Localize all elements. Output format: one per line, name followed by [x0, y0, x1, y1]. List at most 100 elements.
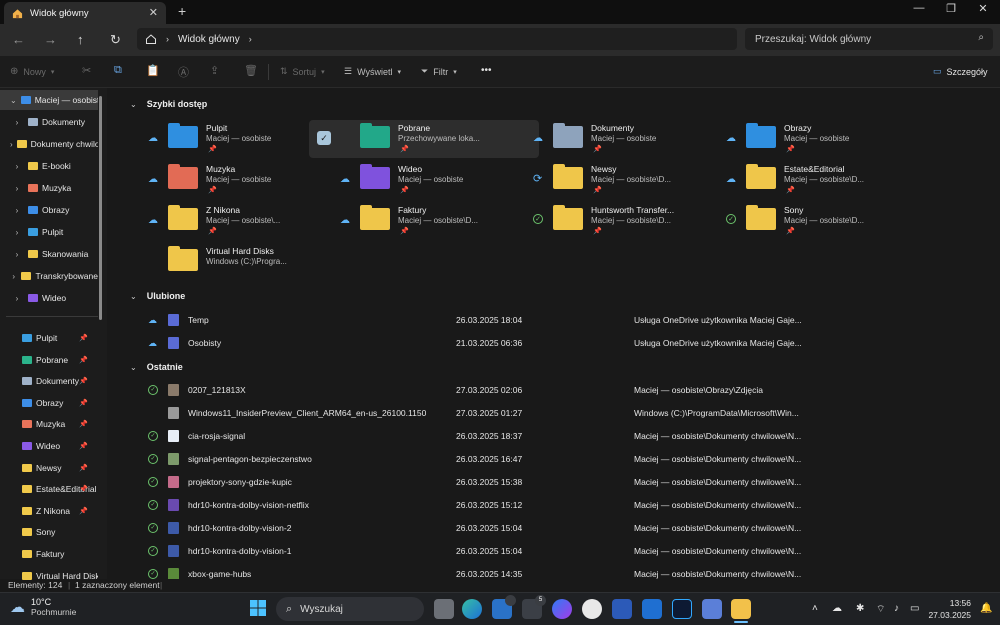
close-window-button[interactable]: ✕: [968, 2, 998, 15]
sidebar-item[interactable]: ⌄ Maciej — osobiste: [0, 90, 98, 110]
notification-bell-icon[interactable]: 🔔: [980, 603, 992, 614]
chevron-right-icon[interactable]: ›: [10, 140, 13, 149]
section-quick-access[interactable]: ⌄ Szybki dostęp: [130, 99, 207, 109]
quick-access-item[interactable]: ✓ Pobrane Przechowywane loka... 📌: [309, 120, 539, 158]
pin-icon[interactable]: 📌: [79, 485, 88, 493]
pin-icon[interactable]: 📌: [79, 377, 88, 385]
pin-icon[interactable]: 📌: [79, 334, 88, 342]
list-item[interactable]: ✓ hdr10-kontra-dolby-vision-1 26.03.2025 1…: [108, 540, 1000, 562]
minimize-button[interactable]: —: [904, 2, 934, 14]
edge-browser-icon[interactable]: [462, 599, 482, 619]
weather-widget[interactable]: ☁ 10°C Pochmurnie: [10, 597, 76, 617]
quick-access-item[interactable]: ☁ Estate&Editorial Maciej — osobiste\D... 📌: [726, 161, 924, 199]
rename-icon[interactable]: Ⓐ: [178, 64, 189, 80]
list-item[interactable]: ☁ Temp 26.03.2025 18:04 Usługa OneDrive uży…: [108, 309, 1000, 331]
onedrive-cloud-icon[interactable]: ☁: [832, 603, 842, 614]
wifi-icon[interactable]: ⌔: [876, 603, 885, 616]
taskbar-search[interactable]: ⌕ Wyszukaj: [276, 597, 424, 621]
sidebar-pinned-item[interactable]: Newsy 📌: [0, 458, 98, 478]
more-options-button[interactable]: •••: [481, 65, 492, 76]
volume-icon[interactable]: ♪: [894, 603, 899, 614]
list-item[interactable]: ✓ 0207_121813X 27.03.2025 02:06 Maciej — os…: [108, 379, 1000, 401]
quick-access-item[interactable]: ☁ Muzyka Maciej — osobiste 📌: [148, 161, 346, 199]
quick-access-item[interactable]: ☁ Dokumenty Maciej — osobiste 📌: [533, 120, 731, 158]
pin-icon[interactable]: 📌: [79, 464, 88, 472]
quick-access-item[interactable]: ☁ Z Nikona Maciej — osobiste\... 📌: [148, 202, 346, 240]
search-box[interactable]: Przeszukaj: Widok główny ⌕: [745, 28, 993, 50]
checkbox-checked-icon[interactable]: ✓: [317, 131, 331, 145]
chevron-right-icon[interactable]: ›: [10, 250, 24, 259]
chevron-right-icon[interactable]: ›: [10, 272, 17, 281]
sidebar-pinned-item[interactable]: Faktury: [0, 544, 98, 564]
sidebar-item[interactable]: › Dokumenty chwilowe: [0, 134, 98, 154]
file-explorer-icon[interactable]: [731, 599, 751, 619]
quick-access-item[interactable]: ✓ Huntsworth Transfer... Maciej — osobiste…: [533, 202, 731, 240]
slack-icon[interactable]: [582, 599, 602, 619]
chevron-right-icon[interactable]: ›: [10, 184, 24, 193]
quick-access-item[interactable]: ☁ Wideo Maciej — osobiste 📌: [340, 161, 538, 199]
chevron-down-icon[interactable]: ⌄: [10, 96, 17, 105]
copy-icon[interactable]: ⧉: [114, 64, 122, 77]
outlook-icon[interactable]: [492, 595, 516, 619]
list-item[interactable]: ✓ cia-rosja-signal 26.03.2025 18:37 Maciej …: [108, 425, 1000, 447]
photoshop-icon[interactable]: [672, 599, 692, 619]
breadcrumb-separator-icon[interactable]: ›: [166, 34, 169, 44]
sidebar-item[interactable]: › Transkrybowane: [0, 266, 98, 286]
tab-widok-glowny[interactable]: Widok główny ✕: [4, 2, 166, 24]
maximize-button[interactable]: ❐: [936, 2, 966, 15]
sidebar-pinned-item[interactable]: Estate&Editorial 📌: [0, 479, 98, 499]
pin-icon[interactable]: 📌: [79, 507, 88, 515]
chevron-down-icon[interactable]: ⌄: [130, 292, 137, 301]
quick-access-item[interactable]: ✓ Sony Maciej — osobiste\D... 📌: [726, 202, 924, 240]
paste-icon[interactable]: 📋: [146, 64, 160, 77]
list-item[interactable]: ☁ Osobisty 21.03.2025 06:36 Usługa OneDrive…: [108, 332, 1000, 354]
sidebar-pinned-item[interactable]: Pulpit 📌: [0, 328, 98, 348]
clock[interactable]: 13:56 27.03.2025: [927, 597, 971, 621]
breadcrumb-chevron-icon[interactable]: ›: [249, 34, 252, 44]
quick-access-item[interactable]: ☁ Obrazy Maciej — osobiste 📌: [726, 120, 924, 158]
filter-button[interactable]: ⏷ Filtr ▾: [421, 66, 457, 77]
back-arrow-icon[interactable]: ←: [12, 32, 25, 47]
chevron-down-icon[interactable]: ⌄: [130, 363, 137, 372]
close-tab-icon[interactable]: ✕: [149, 6, 158, 19]
search-icon[interactable]: ⌕: [978, 32, 984, 43]
sort-button[interactable]: ⇅ Sortuj ▾: [280, 66, 325, 77]
sidebar-item[interactable]: › Muzyka: [0, 178, 98, 198]
task-view-icon[interactable]: [434, 599, 454, 619]
sidebar-pinned-item[interactable]: Pobrane 📌: [0, 350, 98, 370]
pin-icon[interactable]: 📌: [79, 356, 88, 364]
details-button[interactable]: ▭ Szczegóły: [933, 66, 988, 77]
battery-icon[interactable]: ▭: [910, 603, 919, 614]
quick-access-item[interactable]: ☁ Faktury Maciej — osobiste\D... 📌: [340, 202, 538, 240]
forward-arrow-icon[interactable]: →: [44, 32, 57, 47]
new-tab-button[interactable]: +: [178, 3, 186, 19]
up-arrow-icon[interactable]: ↑: [77, 32, 84, 47]
app-icon[interactable]: 5: [522, 595, 546, 619]
sidebar-pinned-item[interactable]: Dokumenty 📌: [0, 371, 98, 391]
quick-access-item[interactable]: Virtual Hard Disks Windows (C:)\Progra...: [168, 243, 346, 281]
chevron-right-icon[interactable]: ›: [10, 118, 24, 127]
refresh-icon[interactable]: ↻: [110, 32, 121, 48]
cut-icon[interactable]: ✂: [82, 64, 91, 77]
sidebar-pinned-item[interactable]: Wideo 📌: [0, 436, 98, 456]
sidebar-pinned-item[interactable]: Virtual Hard Disks: [0, 566, 98, 586]
sidebar-item[interactable]: › Dokumenty: [0, 112, 98, 132]
breadcrumb[interactable]: Widok główny: [178, 34, 240, 45]
word-icon[interactable]: [612, 599, 632, 619]
pin-icon[interactable]: 📌: [79, 442, 88, 450]
search-input[interactable]: Przeszukaj: Widok główny: [755, 34, 871, 45]
sidebar-pinned-item[interactable]: Sony: [0, 522, 98, 542]
quick-access-item[interactable]: ⟳ Newsy Maciej — osobiste\D... 📌: [533, 161, 731, 199]
list-item[interactable]: ✓ hdr10-kontra-dolby-vision-2 26.03.2025 1…: [108, 517, 1000, 539]
section-recent[interactable]: ⌄ Ostatnie: [130, 362, 183, 372]
trello-icon[interactable]: [642, 599, 662, 619]
chevron-right-icon[interactable]: ›: [10, 162, 24, 171]
section-favorites[interactable]: ⌄ Ulubione: [130, 291, 185, 301]
list-item[interactable]: Windows11_InsiderPreview_Client_ARM64_en…: [108, 402, 1000, 424]
sidebar-item[interactable]: › E-booki: [0, 156, 98, 176]
chevron-right-icon[interactable]: ›: [10, 294, 24, 303]
translator-icon[interactable]: [702, 599, 722, 619]
start-button[interactable]: [250, 600, 266, 618]
chevron-down-icon[interactable]: ⌄: [130, 100, 137, 109]
pin-icon[interactable]: 📌: [79, 399, 88, 407]
